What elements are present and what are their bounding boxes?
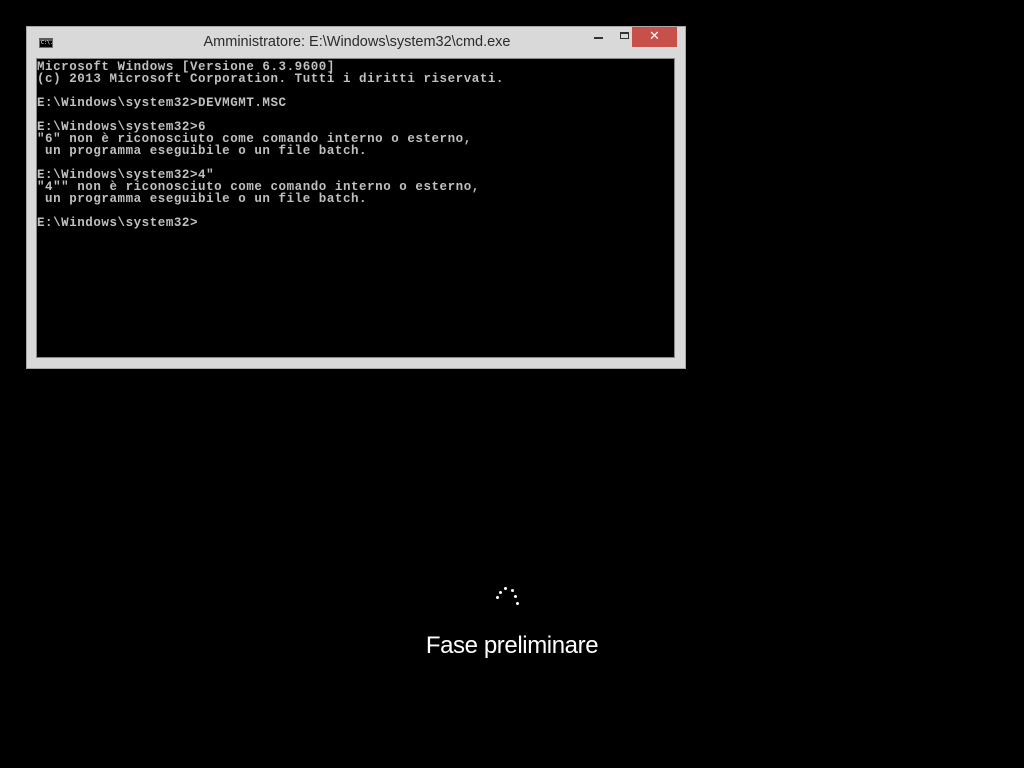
desktop-screen: C:\. Amministratore: E:\Windows\system32… <box>0 0 1024 768</box>
maximize-icon <box>620 32 629 39</box>
console-line: un programma eseguibile o un file batch. <box>37 144 368 158</box>
window-title: Amministratore: E:\Windows\system32\cmd.… <box>203 34 511 50</box>
spinner-dot <box>516 602 519 605</box>
spinner-dot <box>511 589 514 592</box>
minimize-button[interactable] <box>586 27 612 47</box>
console-output[interactable]: Microsoft Windows [Versione 6.3.9600] (c… <box>36 58 675 358</box>
cmd-icon-glyph: C:\. <box>41 40 54 46</box>
boot-status-text: Fase preliminare <box>425 632 599 659</box>
close-icon: ✕ <box>649 29 660 44</box>
console-line: E:\Windows\system32>DEVMGMT.MSC <box>37 96 287 110</box>
spinner-dot <box>514 595 517 598</box>
spinner-dot <box>496 596 499 599</box>
window-titlebar[interactable]: C:\. Amministratore: E:\Windows\system32… <box>27 27 685 58</box>
command-prompt: E:\Windows\system32> <box>37 216 199 230</box>
console-line: (c) 2013 Microsoft Corporation. Tutti i … <box>37 72 504 86</box>
loading-spinner-icon <box>493 585 523 611</box>
console-line: un programma eseguibile o un file batch. <box>37 192 368 206</box>
close-button[interactable]: ✕ <box>632 27 677 47</box>
cmd-icon[interactable]: C:\. <box>39 38 53 48</box>
spinner-dot <box>499 591 502 594</box>
cmd-window[interactable]: C:\. Amministratore: E:\Windows\system32… <box>26 26 686 369</box>
spinner-dot <box>504 587 507 590</box>
minimize-icon <box>594 37 603 39</box>
